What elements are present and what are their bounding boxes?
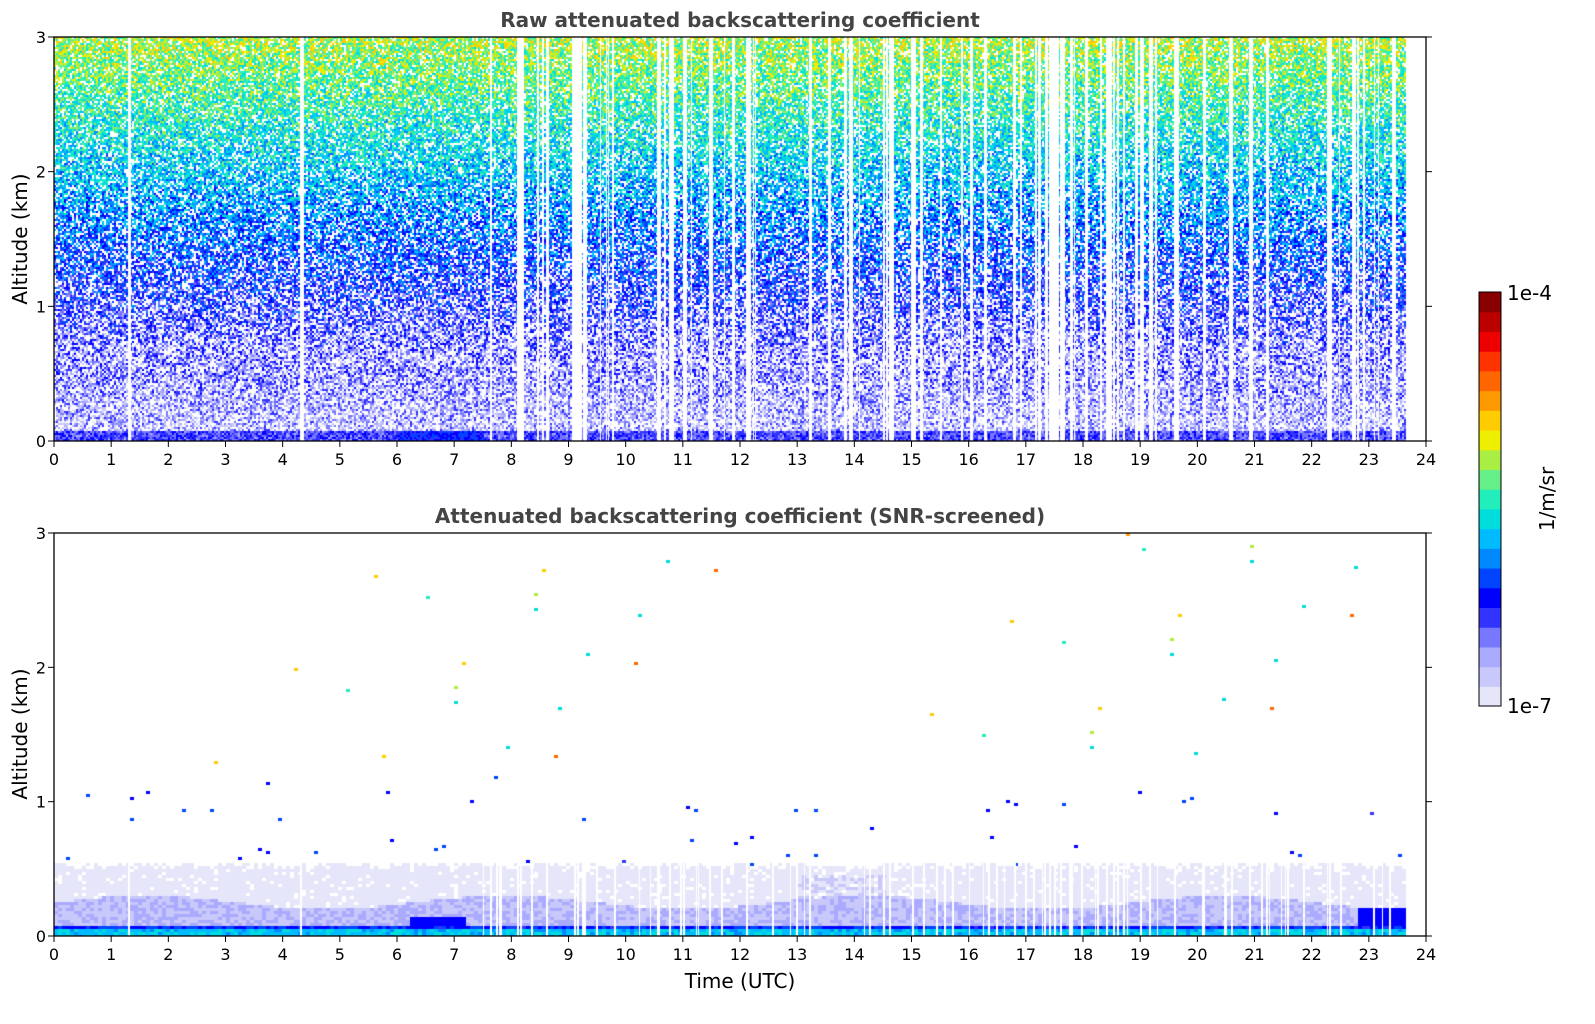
- panel-raw-x-ticks: 0 1 2 3 4 5 6 7 8 9 10 11 12 13 14 15 16 17 18 19 20 21 22 23 24: [49, 441, 1436, 469]
- panel-raw: Raw attenuated backscattering coefficien…: [8, 8, 1436, 469]
- x-tick-label: 24: [1416, 945, 1436, 964]
- y-tick-label: 1: [36, 297, 46, 316]
- x-tick-label: 18: [1073, 450, 1093, 469]
- y-tick-label: 3: [36, 28, 46, 47]
- colorbar-band: [1479, 568, 1501, 589]
- x-tick-label: 6: [392, 945, 402, 964]
- y-tick-label: 3: [36, 524, 46, 543]
- colorbar-band: [1479, 292, 1501, 313]
- panel-raw-heatmap: [54, 37, 1426, 441]
- x-tick-label: 1: [106, 450, 116, 469]
- colorbar-band: [1479, 666, 1501, 687]
- x-tick-label: 20: [1187, 450, 1207, 469]
- colorbar-band: [1479, 410, 1501, 431]
- x-tick-label: 2: [163, 450, 173, 469]
- panel-raw-heatmap-image: [54, 37, 1426, 441]
- x-tick-label: 18: [1073, 945, 1093, 964]
- x-tick-label: 22: [1301, 945, 1321, 964]
- colorbar-min-label: 1e-7: [1507, 694, 1552, 718]
- x-tick-label: 14: [844, 945, 864, 964]
- colorbar-band: [1479, 587, 1501, 609]
- x-tick-label: 19: [1130, 945, 1150, 964]
- panel-raw-ylabel: Altitude (km): [8, 173, 32, 304]
- x-tick-label: 19: [1130, 450, 1150, 469]
- panel-screened-ylabel: Altitude (km): [8, 668, 32, 799]
- colorbar-band: [1479, 469, 1501, 490]
- x-tick-label: 5: [335, 450, 345, 469]
- colorbar-band: [1479, 489, 1501, 510]
- x-tick-label: 4: [278, 450, 288, 469]
- colorbar-bands: [1479, 292, 1501, 707]
- colorbar-band: [1479, 528, 1501, 549]
- colorbar-band: [1479, 351, 1501, 372]
- colorbar-band: [1479, 686, 1501, 707]
- panel-screened-x-ticks: 0 1 2 3 4 5 6 7 8 9 10 11 12 13 14 15 16 17 18 19 20 21 22 23 24: [49, 936, 1436, 964]
- x-tick-label: 23: [1359, 945, 1379, 964]
- x-tick-label: 8: [506, 450, 516, 469]
- x-tick-label: 10: [615, 450, 635, 469]
- x-tick-label: 15: [901, 945, 921, 964]
- x-tick-label: 14: [844, 450, 864, 469]
- x-tick-label: 5: [335, 945, 345, 964]
- y-tick-label: 0: [36, 927, 46, 946]
- panel-raw-title: Raw attenuated backscattering coefficien…: [500, 8, 980, 32]
- colorbar-band: [1479, 430, 1501, 451]
- x-tick-label: 11: [673, 450, 693, 469]
- y-tick-label: 2: [36, 163, 46, 182]
- panel-screened: Attenuated backscattering coefficient (S…: [8, 504, 1436, 993]
- panel-screened-xlabel: Time (UTC): [684, 969, 796, 993]
- x-tick-label: 21: [1244, 450, 1264, 469]
- x-tick-label: 7: [449, 450, 459, 469]
- x-tick-label: 17: [1016, 450, 1036, 469]
- figure: Raw attenuated backscattering coefficien…: [0, 0, 1595, 1020]
- x-tick-label: 12: [730, 450, 750, 469]
- figure-svg: Raw attenuated backscattering coefficien…: [8, 8, 1559, 993]
- x-tick-label: 1: [106, 945, 116, 964]
- colorbar-band: [1479, 646, 1501, 668]
- x-tick-label: 8: [506, 945, 516, 964]
- x-tick-label: 16: [958, 945, 978, 964]
- colorbar-max-label: 1e-4: [1507, 281, 1552, 305]
- x-tick-label: 3: [220, 450, 230, 469]
- x-tick-label: 9: [563, 450, 573, 469]
- x-tick-label: 13: [787, 945, 807, 964]
- x-tick-label: 12: [730, 945, 750, 964]
- colorbar-band: [1479, 331, 1501, 352]
- x-tick-label: 0: [49, 945, 59, 964]
- colorbar-band: [1479, 607, 1501, 628]
- panel-screened-title: Attenuated backscattering coefficient (S…: [435, 504, 1045, 528]
- colorbar-band: [1479, 449, 1501, 471]
- x-tick-label: 16: [958, 450, 978, 469]
- x-tick-label: 22: [1301, 450, 1321, 469]
- x-tick-label: 11: [673, 945, 693, 964]
- x-tick-label: 13: [787, 450, 807, 469]
- colorbar-band: [1479, 548, 1501, 569]
- x-tick-label: 24: [1416, 450, 1436, 469]
- colorbar-band: [1479, 390, 1501, 411]
- colorbar-band: [1479, 508, 1501, 530]
- colorbar-band: [1479, 311, 1501, 333]
- colorbar-band: [1479, 370, 1501, 392]
- x-tick-label: 4: [278, 945, 288, 964]
- x-tick-label: 17: [1016, 945, 1036, 964]
- x-tick-label: 21: [1244, 945, 1264, 964]
- colorbar-label: 1/m/sr: [1535, 466, 1559, 531]
- colorbar: 1e-4 1e-7 1/m/sr: [1478, 281, 1559, 718]
- y-tick-label: 0: [36, 432, 46, 451]
- x-tick-label: 10: [615, 945, 635, 964]
- y-tick-label: 1: [36, 793, 46, 812]
- x-tick-label: 23: [1359, 450, 1379, 469]
- x-tick-label: 0: [49, 450, 59, 469]
- x-tick-label: 6: [392, 450, 402, 469]
- panel-screened-heatmap: [54, 533, 1426, 936]
- x-tick-label: 9: [563, 945, 573, 964]
- x-tick-label: 20: [1187, 945, 1207, 964]
- x-tick-label: 2: [163, 945, 173, 964]
- x-tick-label: 15: [901, 450, 921, 469]
- panel-screened-heatmap-image: [54, 533, 1426, 936]
- x-tick-label: 3: [220, 945, 230, 964]
- x-tick-label: 7: [449, 945, 459, 964]
- y-tick-label: 2: [36, 658, 46, 677]
- colorbar-band: [1479, 627, 1501, 648]
